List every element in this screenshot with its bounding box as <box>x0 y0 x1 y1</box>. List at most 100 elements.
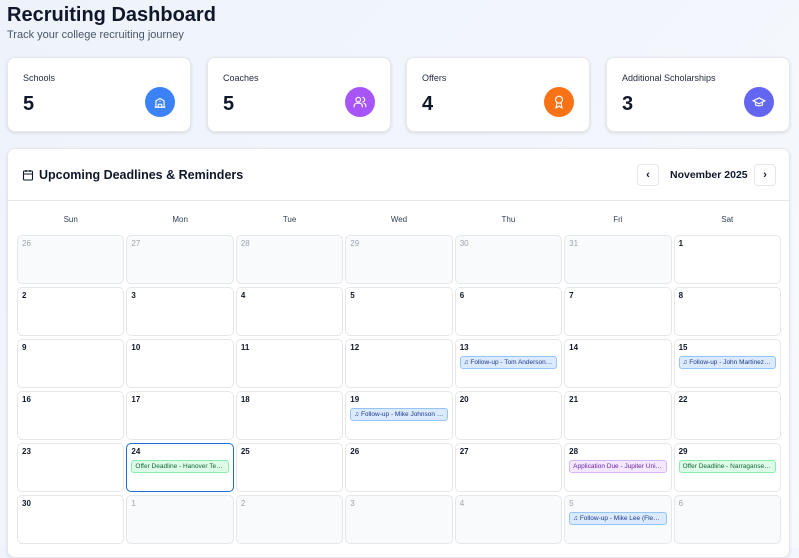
calendar-day[interactable]: 10 <box>126 339 234 388</box>
day-number: 18 <box>240 395 250 404</box>
calendar-day[interactable]: 4 <box>454 495 563 544</box>
day-number: 15 <box>678 343 688 352</box>
day-number: 5 <box>569 499 574 508</box>
calendar-day[interactable]: 4 <box>235 287 344 336</box>
day-number: 1 <box>131 499 136 508</box>
day-number: 1 <box>678 239 684 248</box>
next-month-button[interactable]: › <box>754 164 776 186</box>
calendar-day[interactable]: 15 ♫ Follow-up - John Martinez (Nar... <box>673 339 781 388</box>
calendar-event-offer[interactable]: Offer Deadline - Narragansett Un... <box>678 460 776 473</box>
day-number: 3 <box>131 291 136 300</box>
weekday-label: Sat <box>721 215 734 224</box>
award-icon <box>544 87 574 117</box>
calendar-day[interactable]: 26 <box>17 235 125 284</box>
calendar-day[interactable]: 2 <box>17 287 125 336</box>
day-number: 31 <box>569 239 579 248</box>
prev-month-button[interactable]: ‹ <box>637 164 659 186</box>
day-number: 6 <box>459 291 465 300</box>
weekday-label: Wed <box>390 215 408 224</box>
calendar-day[interactable]: 16 <box>17 391 125 440</box>
calendar-day[interactable]: 29 <box>345 235 453 284</box>
day-number: 12 <box>350 343 360 352</box>
day-number: 28 <box>569 447 579 456</box>
calendar-event-follow[interactable]: ♫ Follow-up - Mike Lee (Flemingt... <box>569 512 667 525</box>
day-number: 3 <box>350 499 355 508</box>
calendar-day[interactable]: 28 <box>235 235 344 284</box>
calendar-day[interactable]: 14 <box>564 339 672 388</box>
calendar-day[interactable]: 11 <box>235 339 344 388</box>
day-number: 26 <box>350 447 360 456</box>
day-number: 10 <box>131 343 141 352</box>
calendar-day-today[interactable]: 24 Offer Deadline - Hanover Tech Un... <box>126 443 234 492</box>
calendar-event-offer[interactable]: Offer Deadline - Hanover Tech Un... <box>131 460 229 473</box>
calendar-day[interactable]: 30 <box>17 495 125 544</box>
day-number: 11 <box>240 343 250 352</box>
day-number: 14 <box>569 343 579 352</box>
stat-value: 5 <box>223 93 235 115</box>
day-number: 24 <box>131 447 141 456</box>
calendar-day[interactable]: 5 ♫ Follow-up - Mike Lee (Flemingt... <box>564 495 672 544</box>
calendar-day[interactable]: 31 <box>564 235 672 284</box>
stat-card-offers: Offers 4 <box>406 57 590 132</box>
stat-card-coaches: Coaches 5 <box>207 57 391 132</box>
calendar-event-app[interactable]: Application Due - Jupiter University <box>569 460 667 473</box>
calendar-day[interactable]: 5 <box>345 287 453 336</box>
weekday-header: Sun Mon Tue Wed Thu Fri Sat <box>17 215 781 224</box>
calendar-day[interactable]: 23 <box>17 443 125 492</box>
stat-label: Schools <box>23 73 56 83</box>
calendar-day[interactable]: 27 <box>126 235 234 284</box>
calendar-day[interactable]: 20 <box>454 391 563 440</box>
calendar-day[interactable]: 27 <box>454 443 563 492</box>
day-number: 28 <box>240 239 250 248</box>
stat-label: Additional Scholarships <box>622 73 716 83</box>
calendar-day[interactable]: 28 Application Due - Jupiter University <box>564 443 672 492</box>
calendar-day[interactable]: 1 <box>673 235 781 284</box>
day-number: 4 <box>240 291 246 300</box>
day-number: 21 <box>569 395 579 404</box>
day-number: 13 <box>459 343 469 352</box>
stat-value: 4 <box>422 93 434 115</box>
calendar-day[interactable]: 29 Offer Deadline - Narragansett Un... <box>673 443 781 492</box>
calendar-day[interactable]: 9 <box>17 339 125 388</box>
weekday-label: Mon <box>172 215 188 224</box>
calendar-day[interactable]: 22 <box>673 391 781 440</box>
day-number: 27 <box>459 447 469 456</box>
calendar-event-follow[interactable]: ♫ Follow-up - John Martinez (Nar... <box>678 356 776 369</box>
stat-value: 3 <box>622 93 634 115</box>
calendar-day[interactable]: 26 <box>345 443 453 492</box>
day-number: 17 <box>131 395 141 404</box>
calendar-day[interactable]: 6 <box>454 287 563 336</box>
day-number: 30 <box>22 499 31 508</box>
calendar-day[interactable]: 3 <box>345 495 453 544</box>
calendar-day[interactable]: 19 ♫ Follow-up - Mike Johnson (Jupi... <box>345 391 453 440</box>
stat-label: Offers <box>422 73 447 83</box>
day-number: 26 <box>22 239 31 248</box>
day-number: 5 <box>350 291 355 300</box>
day-number: 20 <box>459 395 469 404</box>
calendar-event-follow[interactable]: ♫ Follow-up - Tom Anderson (Ho... <box>459 356 558 369</box>
calendar-day[interactable]: 13 ♫ Follow-up - Tom Anderson (Ho... <box>454 339 563 388</box>
day-number: 2 <box>240 499 246 508</box>
stat-label: Coaches <box>223 73 259 83</box>
page-title: Recruiting Dashboard <box>7 4 216 26</box>
calendar-day[interactable]: 6 <box>673 495 781 544</box>
calendar-day[interactable]: 25 <box>235 443 344 492</box>
calendar-day[interactable]: 17 <box>126 391 234 440</box>
calendar-day[interactable]: 12 <box>345 339 453 388</box>
calendar-day[interactable]: 21 <box>564 391 672 440</box>
calendar-title: Upcoming Deadlines & Reminders <box>39 168 244 182</box>
calendar-day[interactable]: 1 <box>126 495 234 544</box>
calendar-day[interactable]: 2 <box>235 495 344 544</box>
calendar-day[interactable]: 8 <box>673 287 781 336</box>
calendar-event-follow[interactable]: ♫ Follow-up - Mike Johnson (Jupi... <box>350 408 448 421</box>
weekday-label: Tue <box>282 215 297 224</box>
calendar-day[interactable]: 30 <box>454 235 563 284</box>
calendar-day[interactable]: 3 <box>126 287 234 336</box>
day-number: 29 <box>678 447 688 456</box>
weekday-label: Thu <box>501 215 516 224</box>
weekday-label: Sun <box>63 215 78 224</box>
calendar-icon <box>22 168 34 186</box>
calendar-header: Upcoming Deadlines & Reminders ‹ Novembe… <box>8 149 789 201</box>
calendar-day[interactable]: 18 <box>235 391 344 440</box>
calendar-day[interactable]: 7 <box>564 287 672 336</box>
